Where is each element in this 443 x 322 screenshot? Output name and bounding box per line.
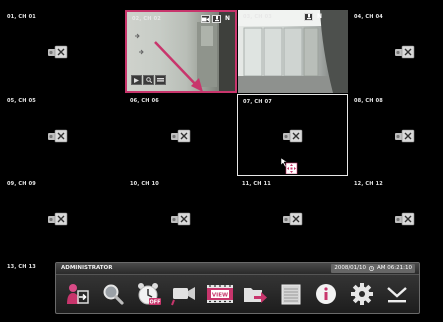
channel-tile-04[interactable]: 04, CH 04: [349, 10, 443, 91]
channel-label: 04, CH 04: [354, 14, 383, 20]
hide-menu-icon: [387, 287, 408, 303]
channel-tile-06[interactable]: 06, CH 06: [125, 94, 236, 175]
logged-in-user: ADMINISTRATOR: [61, 265, 113, 271]
channel-status-icons: N: [304, 13, 324, 21]
no-signal-camera-icon: [394, 129, 414, 142]
no-signal-camera-icon: [282, 129, 302, 143]
n-badge: N: [316, 13, 323, 20]
schedule-clock-icon: OFF: [137, 283, 161, 306]
export-icon: [244, 288, 268, 303]
logout-button[interactable]: [63, 279, 93, 309]
setup-button[interactable]: [347, 279, 377, 309]
schedule-button[interactable]: OFF: [134, 279, 164, 309]
menu-header: ADMINISTRATOR 2008/01/10 AM 06:21:10: [56, 263, 419, 275]
layout-icon[interactable]: [155, 75, 166, 85]
channel-label: 01, CH 01: [7, 14, 36, 20]
channel-label: 07, CH 07: [243, 99, 272, 105]
no-signal-camera-icon: [282, 212, 302, 225]
record-button[interactable]: [169, 279, 199, 309]
no-signal-camera-icon: [170, 212, 190, 225]
channel-tile-08[interactable]: 08, CH 08: [349, 94, 443, 175]
channel-label: 10, CH 10: [130, 181, 159, 187]
channel-tile-11[interactable]: 11, CH 11: [237, 177, 348, 258]
channel-tile-02-selected[interactable]: 02, CH 02 N: [125, 10, 237, 93]
clock-icon: [369, 266, 374, 271]
hide-menu-button[interactable]: [382, 279, 412, 309]
view-icon: VIEW: [206, 285, 233, 303]
channel-tile-01[interactable]: 01, CH 01: [2, 10, 113, 91]
channel-label: 11, CH 11: [242, 181, 271, 187]
channel-label: 06, CH 06: [130, 98, 159, 104]
channel-tile-05[interactable]: 05, CH 05: [2, 94, 113, 175]
channel-status-icons: N: [201, 15, 232, 23]
search-button[interactable]: [98, 279, 128, 309]
no-signal-camera-icon: [47, 45, 67, 58]
panel-button[interactable]: [276, 279, 306, 309]
channel-label: 13, CH 13: [7, 264, 36, 270]
export-button[interactable]: [240, 279, 270, 309]
channel-mini-toolbar: [131, 75, 166, 85]
dvr-screen: 01, CH 01 02, CH 02 N 03, CH 03 N 04, CH…: [0, 0, 443, 322]
date-text: 2008/01/10: [334, 265, 367, 271]
info-icon: [316, 284, 337, 304]
channel-tile-10[interactable]: 10, CH 10: [125, 177, 236, 258]
live-video-feed: [238, 10, 348, 93]
no-signal-camera-icon: [47, 212, 67, 225]
camera-status-icon: [201, 15, 210, 23]
search-icon: [103, 284, 124, 305]
play-icon[interactable]: [131, 75, 142, 85]
channel-tile-13[interactable]: 13, CH 13: [2, 260, 54, 320]
no-signal-camera-icon: [170, 129, 190, 142]
logout-icon: [66, 284, 89, 304]
channel-label: 03, CH 03: [243, 14, 272, 20]
off-badge: OFF: [149, 300, 160, 306]
zoom-icon[interactable]: [143, 75, 154, 85]
channel-tile-09[interactable]: 09, CH 09: [2, 177, 113, 258]
settings-panel-icon: [281, 284, 301, 305]
no-signal-camera-icon: [47, 129, 67, 142]
audio-icon: [304, 13, 313, 21]
gear-icon: [350, 283, 373, 305]
channel-label: 09, CH 09: [7, 181, 36, 187]
channel-tile-03[interactable]: 03, CH 03 N: [238, 10, 348, 93]
channel-label: 12, CH 12: [354, 181, 383, 187]
camera-record-icon: [171, 287, 196, 306]
no-signal-camera-icon: [394, 212, 414, 225]
view-badge: VIEW: [212, 293, 228, 299]
channel-tile-07-focused[interactable]: 07, CH 07: [237, 94, 348, 176]
time-text: AM 06:21:10: [377, 265, 412, 271]
channel-tile-12[interactable]: 12, CH 12: [349, 177, 443, 258]
channel-label: 02, CH 02: [132, 16, 161, 22]
n-badge: N: [224, 15, 231, 22]
menu-icon-row: OFF VIEW: [56, 276, 419, 312]
info-button[interactable]: [311, 279, 341, 309]
video-scene: [238, 10, 348, 93]
channel-label: 08, CH 08: [354, 98, 383, 104]
channel-label: 05, CH 05: [7, 98, 36, 104]
no-signal-camera-icon: [394, 45, 414, 58]
date-time-display: 2008/01/10 AM 06:21:10: [331, 264, 415, 273]
audio-icon: [212, 15, 221, 23]
view-button[interactable]: VIEW: [205, 279, 235, 309]
main-menu-bar: ADMINISTRATOR 2008/01/10 AM 06:21:10 OFF…: [55, 262, 420, 314]
move-cursor-icon: [280, 158, 298, 174]
